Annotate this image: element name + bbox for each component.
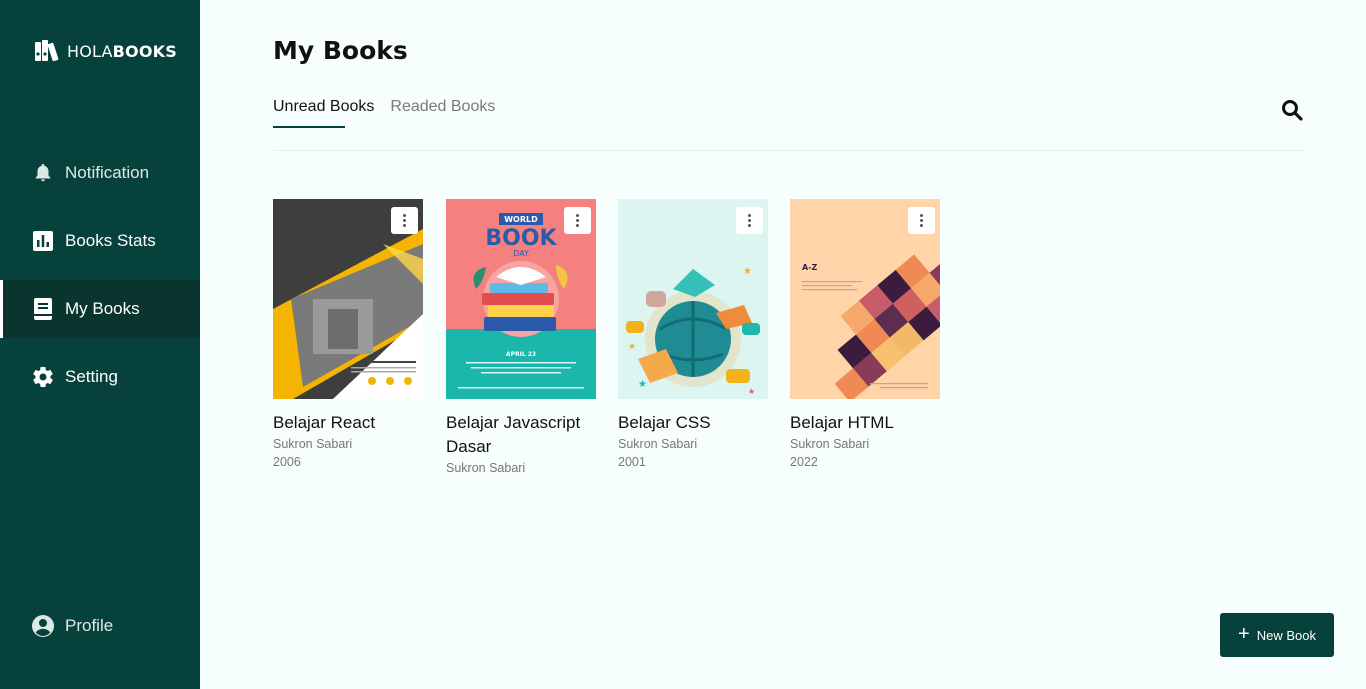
- book-year: 2001: [618, 455, 646, 469]
- book-author: Sukron Sabari: [273, 437, 353, 451]
- logo[interactable]: HOLABOOKS: [35, 40, 177, 62]
- sidebar-item-label: Notification: [65, 163, 150, 182]
- gear-icon: [31, 365, 55, 389]
- user-circle-icon: [31, 614, 55, 638]
- tab-bar: Unread Books Readed Books: [273, 98, 495, 128]
- sidebar-item-setting[interactable]: Setting: [0, 348, 200, 406]
- book-author: Sukron Sabari: [446, 461, 526, 475]
- sidebar-item-label: Profile: [65, 616, 114, 635]
- svg-text:★: ★: [638, 379, 647, 390]
- svg-text:WORLD: WORLD: [504, 215, 538, 224]
- book-card[interactable]: Belajar React Sukron Sabari 2006: [273, 199, 423, 469]
- book-menu-button[interactable]: [391, 207, 418, 234]
- svg-text:★: ★: [748, 387, 755, 396]
- book-title: Belajar CSS: [618, 413, 711, 432]
- sidebar-item-books-stats[interactable]: Books Stats: [0, 212, 200, 270]
- sidebar-item-label: Books Stats: [65, 231, 156, 250]
- book-icon: [31, 297, 55, 321]
- book-title: Belajar HTML: [790, 413, 894, 432]
- new-book-label: New Book: [1256, 627, 1316, 643]
- book-cover[interactable]: [273, 199, 423, 399]
- more-vertical-icon: [748, 214, 751, 217]
- divider: [273, 150, 1304, 151]
- svg-text:A-Z: A-Z: [802, 263, 818, 272]
- book-year: 2022: [790, 455, 818, 469]
- more-vertical-icon: [403, 214, 406, 217]
- svg-text:DAY: DAY: [513, 249, 529, 258]
- book-menu-button[interactable]: [908, 207, 935, 234]
- book-title: Belajar React: [273, 413, 376, 432]
- book-card[interactable]: A-Z Belajar HTML Sukron Sabari 2022: [790, 199, 940, 469]
- sidebar: HOLABOOKS Notification Books Stats My Bo…: [0, 0, 200, 689]
- new-book-button[interactable]: + New Book: [1220, 613, 1334, 657]
- bell-icon: [31, 161, 55, 185]
- sidebar-item-label: My Books: [65, 299, 140, 318]
- svg-text:★: ★: [628, 341, 636, 351]
- book-author: Sukron Sabari: [790, 437, 870, 451]
- svg-text:APRIL 23: APRIL 23: [506, 351, 536, 358]
- svg-text:★: ★: [743, 266, 752, 277]
- tab-readed-books[interactable]: Readed Books: [390, 98, 495, 128]
- book-card[interactable]: WORLD BOOK DAY APRIL 23 Belajar Javascri…: [446, 199, 596, 475]
- books-logo-icon: [35, 40, 59, 62]
- book-menu-button[interactable]: [736, 207, 763, 234]
- book-cover[interactable]: A-Z: [790, 199, 940, 399]
- svg-text:BOOK: BOOK: [485, 226, 557, 251]
- sidebar-item-profile[interactable]: Profile: [0, 597, 200, 655]
- book-menu-button[interactable]: [564, 207, 591, 234]
- sidebar-item-label: Setting: [65, 367, 118, 386]
- book-cover[interactable]: WORLD BOOK DAY APRIL 23: [446, 199, 596, 399]
- plus-icon: +: [1238, 623, 1250, 645]
- tab-unread-books[interactable]: Unread Books: [273, 98, 374, 128]
- chart-icon: [31, 229, 55, 253]
- more-vertical-icon: [576, 214, 579, 217]
- brand-name: HOLABOOKS: [67, 41, 177, 61]
- more-vertical-icon: [920, 214, 923, 217]
- page-title: My Books: [273, 36, 408, 65]
- book-title: Belajar Javascript Dasar: [446, 413, 581, 456]
- book-author: Sukron Sabari: [618, 437, 698, 451]
- search-button[interactable]: [1281, 99, 1305, 123]
- search-icon: [1282, 100, 1303, 121]
- book-cover[interactable]: ★ ★ ★ ★: [618, 199, 768, 399]
- sidebar-item-notification[interactable]: Notification: [0, 144, 200, 202]
- book-card[interactable]: ★ ★ ★ ★ Belajar CSS Sukron Sabari 2001: [618, 199, 768, 469]
- book-year: 2006: [273, 455, 301, 469]
- sidebar-item-my-books[interactable]: My Books: [0, 280, 200, 338]
